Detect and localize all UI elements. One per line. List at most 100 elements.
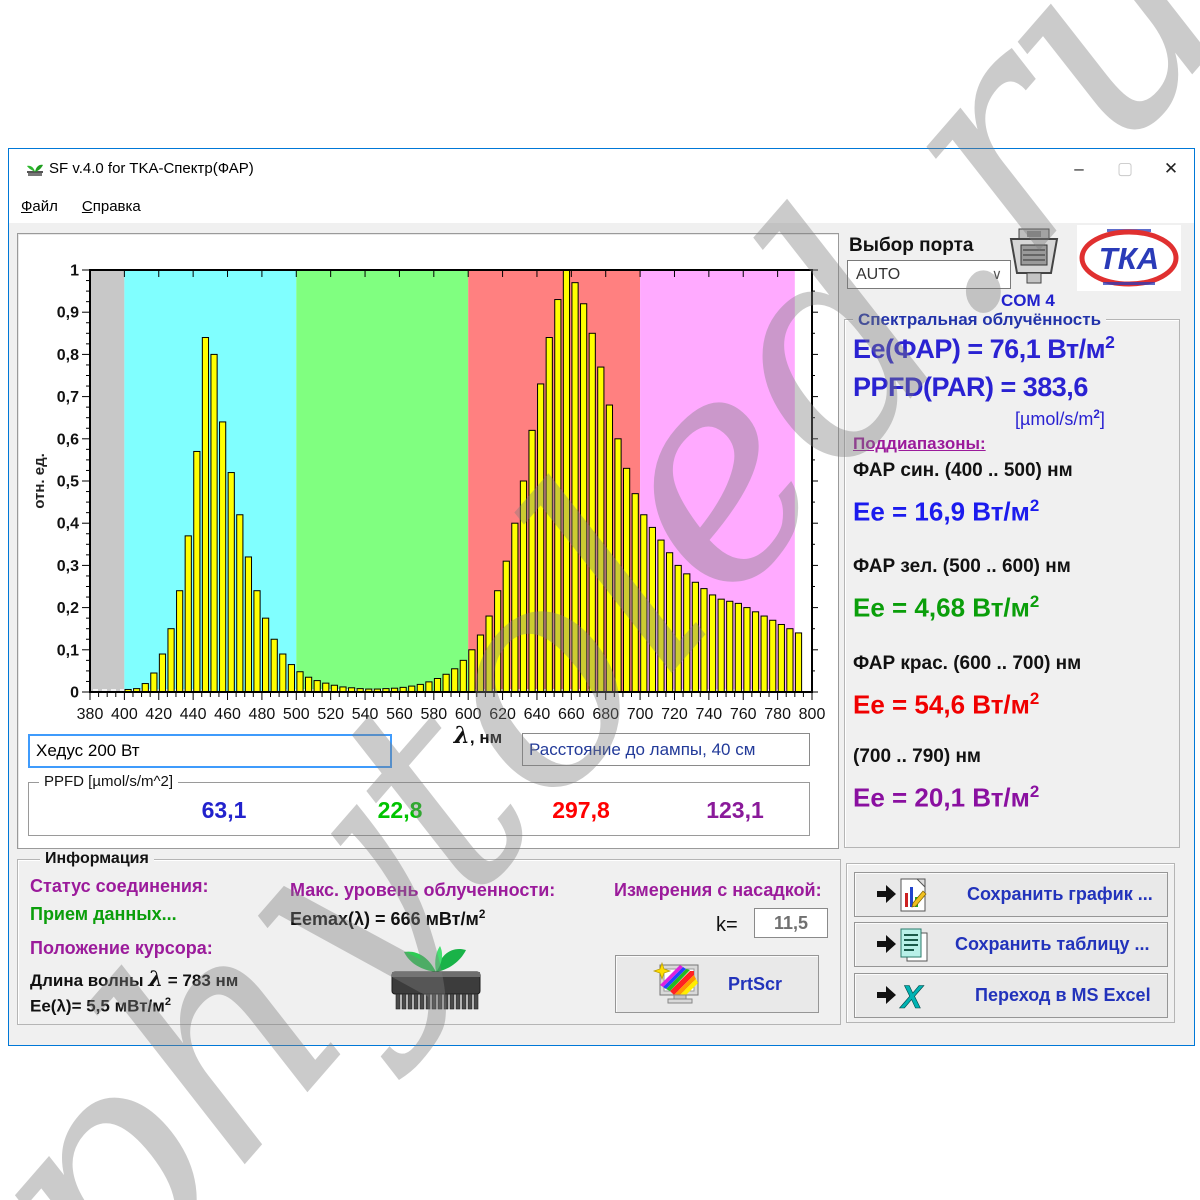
svg-text:740: 740: [696, 706, 723, 723]
svg-text:0,6: 0,6: [57, 431, 79, 448]
svg-text:620: 620: [489, 706, 516, 723]
lamp-name-input[interactable]: [28, 734, 392, 768]
svg-text:400: 400: [111, 706, 138, 723]
svg-text:700: 700: [627, 706, 654, 723]
spectral-panel-title: Спектральная облучённость: [853, 310, 1107, 330]
svg-text:680: 680: [592, 706, 619, 723]
subranges-label: Поддиапазоны:: [853, 434, 986, 453]
svg-text:480: 480: [249, 706, 276, 723]
green-range-label: ФАР зел. (500 .. 600) нм: [853, 556, 1071, 577]
app-icon: [27, 164, 43, 176]
status-label: Статус соединения:: [30, 876, 209, 896]
prtscr-button[interactable]: PrtScr: [615, 955, 819, 1013]
save-table-icon: [877, 928, 928, 961]
save-table-label: Сохранить таблицу ...: [955, 934, 1150, 954]
farred-ee-value: Ee = 20,1 Вт/м2: [853, 782, 1040, 813]
svg-text:0,8: 0,8: [57, 347, 79, 364]
svg-text:0,7: 0,7: [57, 389, 79, 406]
info-panel-title: Информация: [40, 850, 154, 868]
prtscr-button-label: PrtScr: [728, 973, 783, 994]
svg-text:0,1: 0,1: [57, 642, 79, 659]
serial-port-icon: [1009, 228, 1059, 284]
chevron-down-icon: ∨: [991, 266, 1002, 282]
svg-text:380: 380: [77, 706, 104, 723]
svg-text:0,9: 0,9: [57, 305, 79, 322]
svg-text:460: 460: [214, 706, 241, 723]
actions-panel: Сохранить график ... Сохранить таблицу .…: [846, 863, 1175, 1023]
tka-logo: ТКА: [1077, 225, 1181, 291]
svg-text:0: 0: [70, 685, 79, 702]
svg-text:560: 560: [386, 706, 413, 723]
svg-text:720: 720: [661, 706, 688, 723]
status-value: Прием данных...: [30, 904, 177, 924]
distance-input[interactable]: [522, 733, 810, 766]
spectral-panel: Спектральная облучённость Ee(ФАР) = 76,1…: [844, 310, 1180, 848]
red-ee-value: Ee = 54,6 Вт/м2: [853, 689, 1040, 720]
svg-text:660: 660: [558, 706, 585, 723]
ppfd-units: [µmol/s/m2]: [1015, 408, 1105, 429]
info-panel: Информация Статус соединения: Прием данн…: [17, 850, 841, 1025]
svg-text:640: 640: [524, 706, 551, 723]
ppfd-red-value: 297,8: [552, 797, 610, 823]
maximize-button[interactable]: ▢: [1102, 149, 1148, 189]
max-level-label: Макс. уровень облученности:: [290, 880, 556, 900]
save-table-button[interactable]: Сохранить таблицу ...: [854, 922, 1168, 967]
svg-text:540: 540: [352, 706, 379, 723]
ppfd-box-legend: PPFD [µmol/s/m^2]: [39, 773, 179, 790]
chart-panel: 380 400 420 440 460 480 500 520 540 560 580 600 620 6…: [17, 233, 839, 849]
menu-help[interactable]: Справка: [70, 194, 153, 219]
menu-file[interactable]: Файл: [9, 194, 70, 219]
chip-plant-icon: [391, 946, 481, 1010]
k-label: k=: [716, 914, 738, 936]
ppfd-farred-value: 123,1: [706, 797, 764, 823]
screenshot-icon: [652, 961, 699, 1004]
blue-range-label: ФАР син. (400 .. 500) нм: [853, 460, 1073, 481]
svg-text:500: 500: [283, 706, 310, 723]
svg-text:0,2: 0,2: [57, 600, 79, 617]
excel-icon: X: [877, 978, 924, 1014]
svg-text:780: 780: [764, 706, 791, 723]
save-graph-label: Сохранить график ...: [967, 884, 1153, 904]
eemax-value: Eemax(λ) = 666 мВт/м2: [290, 908, 486, 929]
menu-bar: Файл Справка: [9, 189, 1194, 223]
window-title: SF v.4.0 for TKA-Спектр(ФАР): [49, 160, 254, 177]
svg-text:0,3: 0,3: [57, 558, 79, 575]
svg-text:580: 580: [420, 706, 447, 723]
cursor-wavelength: Длина волны λ = 783 нм: [30, 966, 239, 991]
ee-par-value: Ee(ФАР) = 76,1 Вт/м2: [853, 332, 1115, 364]
ppfd-par-value: PPFD(PAR) = 383,6: [853, 372, 1088, 402]
minimize-button[interactable]: –: [1056, 149, 1102, 189]
ppfd-box: PPFD [µmol/s/m^2] 63,1 22,8 297,8 123,1: [28, 773, 810, 836]
cursor-label: Положение курсора:: [30, 938, 213, 958]
ppfd-green-value: 22,8: [377, 797, 423, 823]
port-label: Выбор порта: [849, 235, 974, 256]
cursor-ee: Ee(λ)= 5,5 мВт/м2: [30, 996, 171, 1016]
port-select[interactable]: AUTO ∨: [847, 260, 1011, 289]
close-button[interactable]: ✕: [1148, 149, 1194, 189]
svg-text:X: X: [899, 979, 924, 1014]
svg-text:600: 600: [455, 706, 482, 723]
red-range-label: ФАР крас. (600 .. 700) нм: [853, 653, 1082, 674]
x-axis-title: λ, нм: [453, 722, 503, 749]
ppfd-blue-value: 63,1: [201, 797, 247, 823]
excel-button[interactable]: X Переход в MS Excel: [854, 973, 1168, 1018]
port-select-value: AUTO: [856, 265, 901, 283]
svg-text:1: 1: [70, 263, 79, 280]
svg-text:440: 440: [180, 706, 207, 723]
farred-range-label: (700 .. 790) нм: [853, 746, 981, 767]
svg-text:520: 520: [317, 706, 344, 723]
nozzle-label: Измерения с насадкой:: [614, 880, 822, 900]
save-graph-button[interactable]: Сохранить график ...: [854, 872, 1168, 917]
k-factor-input[interactable]: [754, 908, 828, 938]
svg-text:420: 420: [145, 706, 172, 723]
blue-ee-value: Ee = 16,9 Вт/м2: [853, 496, 1040, 527]
save-graph-icon: [877, 878, 927, 911]
green-ee-value: Ee = 4,68 Вт/м2: [853, 592, 1040, 623]
spectrum-chart[interactable]: 380 400 420 440 460 480 500 520 540 560 580 600 620 6…: [18, 234, 836, 734]
svg-text:0,4: 0,4: [57, 516, 79, 533]
svg-text:800: 800: [799, 706, 826, 723]
svg-text:ТКА: ТКА: [1099, 241, 1159, 276]
app-window: SF v.4.0 for TKA-Спектр(ФАР) – ▢ ✕ Файл …: [8, 148, 1195, 1046]
svg-text:0,5: 0,5: [57, 474, 79, 491]
excel-label: Переход в MS Excel: [975, 985, 1151, 1005]
